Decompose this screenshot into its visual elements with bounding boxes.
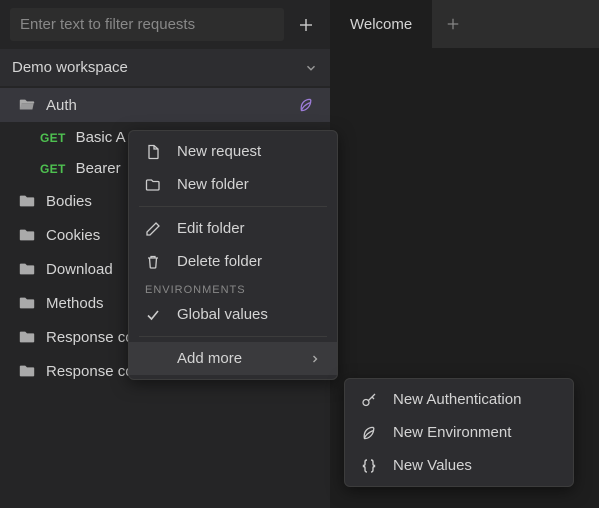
folder-icon (18, 294, 36, 312)
request-label: Basic A (76, 129, 126, 146)
folder-icon (18, 192, 36, 210)
menu-global-values[interactable]: Global values (129, 298, 337, 331)
menu-label: Add more (177, 350, 295, 367)
workspace-selector[interactable]: Demo workspace (0, 49, 330, 86)
menu-new-values[interactable]: New Values (345, 449, 573, 482)
menu-label: New Authentication (393, 391, 557, 408)
menu-new-request[interactable]: New request (129, 135, 337, 168)
folder-icon (18, 328, 36, 346)
menu-label: New folder (177, 176, 321, 193)
leaf-icon (361, 425, 379, 441)
menu-separator (139, 206, 327, 207)
menu-separator (139, 336, 327, 337)
workspace-name: Demo workspace (12, 59, 128, 76)
trash-icon (145, 254, 163, 270)
menu-label: New Values (393, 457, 557, 474)
tab-label: Welcome (350, 16, 412, 33)
menu-add-more[interactable]: Add more (129, 342, 337, 375)
add-request-button[interactable] (292, 11, 320, 39)
folder-icon (18, 260, 36, 278)
menu-label: Edit folder (177, 220, 321, 237)
menu-label: New Environment (393, 424, 557, 441)
folder-auth[interactable]: Auth (0, 88, 330, 122)
filter-input[interactable] (10, 8, 284, 41)
leaf-icon (298, 97, 314, 113)
menu-new-environment[interactable]: New Environment (345, 416, 573, 449)
filter-row (0, 0, 330, 49)
folder-icon (18, 226, 36, 244)
file-icon (145, 144, 163, 160)
menu-label: Delete folder (177, 253, 321, 270)
menu-new-folder[interactable]: New folder (129, 168, 337, 201)
menu-delete-folder[interactable]: Delete folder (129, 245, 337, 278)
add-more-submenu: New Authentication New Environment New V… (344, 378, 574, 487)
menu-edit-folder[interactable]: Edit folder (129, 212, 337, 245)
key-icon (361, 392, 379, 408)
tab-welcome[interactable]: Welcome (330, 0, 432, 48)
chevron-down-icon (304, 61, 318, 75)
menu-label: Global values (177, 306, 321, 323)
folder-context-menu: New request New folder Edit folder Delet… (128, 130, 338, 380)
method-badge: GET (40, 162, 66, 176)
check-icon (145, 307, 163, 323)
pencil-icon (145, 221, 163, 237)
folder-label: Auth (46, 97, 288, 114)
tab-add-button[interactable] (432, 17, 474, 31)
braces-icon (361, 458, 379, 474)
folder-outline-icon (145, 177, 163, 193)
folder-open-icon (18, 96, 36, 114)
menu-section-environments: ENVIRONMENTS (129, 278, 337, 298)
menu-new-authentication[interactable]: New Authentication (345, 383, 573, 416)
method-badge: GET (40, 131, 66, 145)
folder-icon (18, 362, 36, 380)
menu-label: New request (177, 143, 321, 160)
chevron-right-icon (309, 353, 321, 365)
request-label: Bearer (76, 160, 121, 177)
tabbar: Welcome (330, 0, 599, 48)
